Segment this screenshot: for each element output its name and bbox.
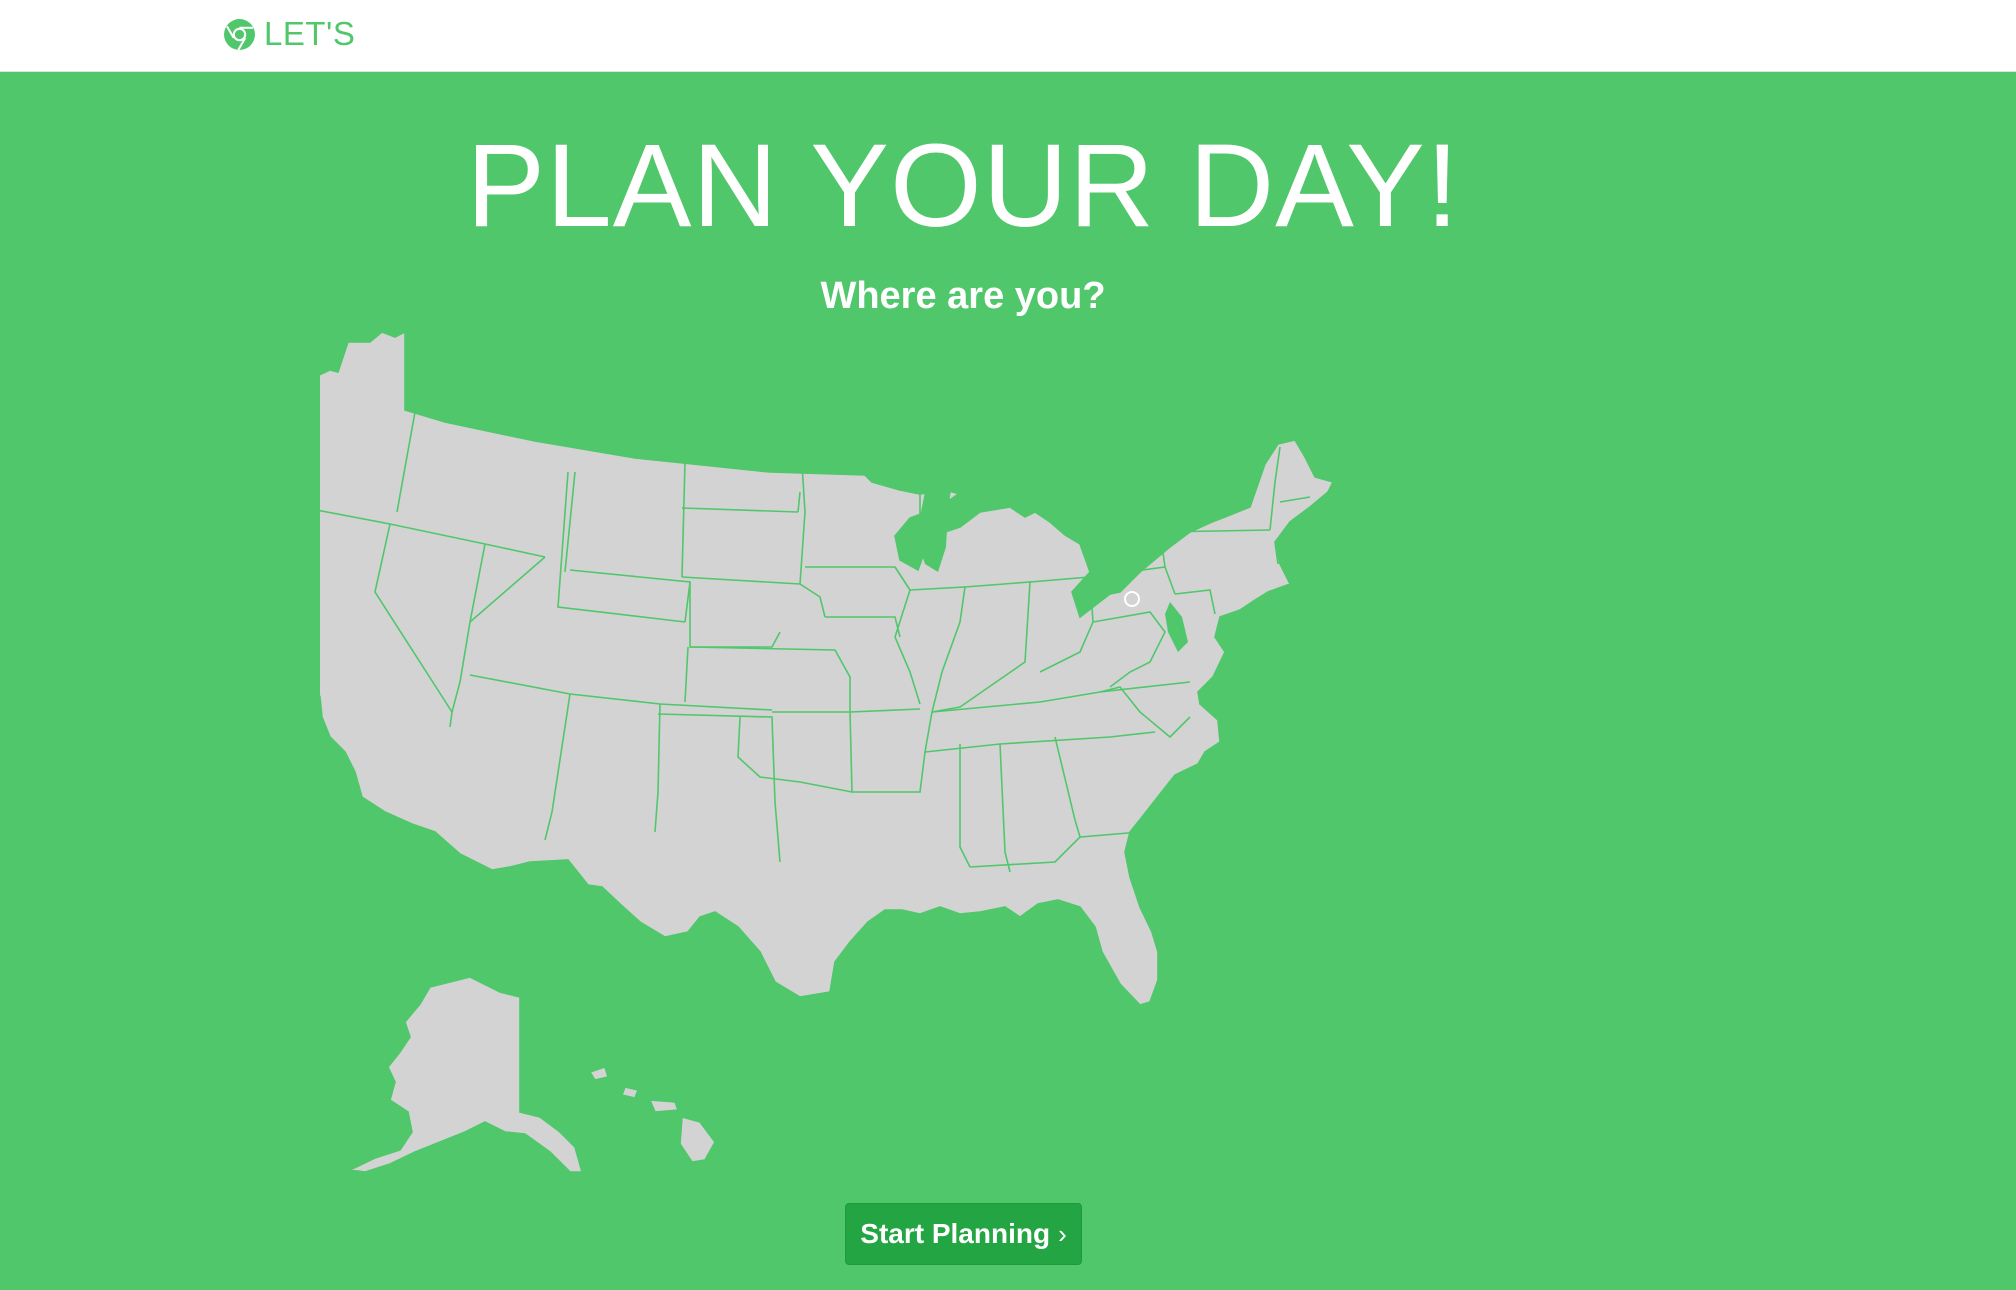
top-navbar: LET'S xyxy=(0,0,2016,72)
chrome-icon xyxy=(224,18,255,50)
page-subtitle: Where are you? xyxy=(820,275,1106,317)
state-continental-us[interactable] xyxy=(320,332,1335,1006)
brand-link[interactable]: LET'S xyxy=(223,15,355,53)
us-map-svg xyxy=(320,332,1335,1173)
state-hawaii[interactable] xyxy=(588,1065,716,1163)
state-alaska[interactable] xyxy=(347,976,584,1173)
hero-section: PLAN YOUR DAY! Where are you? Start Plan… xyxy=(0,72,2016,1290)
us-map xyxy=(320,332,1580,1212)
page-title: PLAN YOUR DAY! xyxy=(466,120,1460,252)
start-planning-button[interactable]: Start Planning › xyxy=(845,1203,1082,1265)
dc-marker[interactable] xyxy=(1124,591,1140,607)
chevron-right-icon: › xyxy=(1058,1218,1067,1249)
brand-label: LET'S xyxy=(264,15,356,52)
start-planning-label: Start Planning xyxy=(860,1218,1051,1249)
